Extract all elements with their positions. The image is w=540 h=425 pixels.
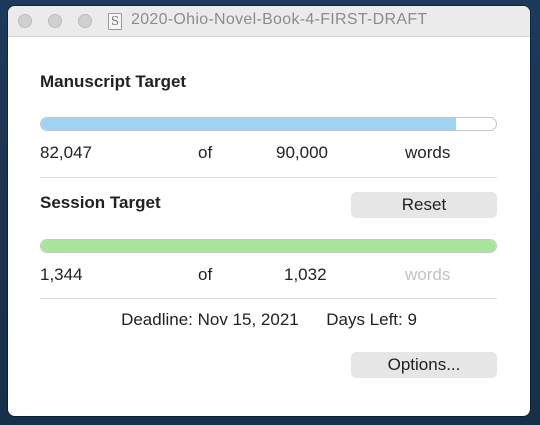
reset-button[interactable]: Reset: [351, 192, 497, 218]
session-of-label: of: [198, 265, 213, 284]
scrivener-document-icon: S: [108, 13, 122, 30]
section-divider: [40, 298, 497, 299]
project-targets-window: S 2020-Ohio-Novel-Book-4-FIRST-DRAFT Man…: [8, 6, 530, 416]
session-target-heading: Session Target: [40, 193, 161, 212]
session-unit-label[interactable]: words: [405, 265, 450, 285]
minimize-window-button[interactable]: [48, 14, 62, 28]
manuscript-progress-bar: [40, 117, 497, 131]
session-progress-fill: [41, 240, 496, 252]
session-current-count: 1,344: [40, 265, 83, 284]
title-bar[interactable]: S 2020-Ohio-Novel-Book-4-FIRST-DRAFT: [8, 6, 530, 37]
section-divider: [40, 177, 497, 178]
manuscript-progress-fill: [41, 118, 456, 130]
deadline-text: Deadline: Nov 15, 2021: [121, 310, 299, 329]
zoom-window-button[interactable]: [78, 14, 92, 28]
window-title: 2020-Ohio-Novel-Book-4-FIRST-DRAFT: [131, 11, 428, 28]
manuscript-target-count[interactable]: 90,000: [276, 143, 328, 163]
session-target-count[interactable]: 1,032: [284, 265, 327, 285]
session-progress-bar: [40, 239, 497, 253]
close-window-button[interactable]: [18, 14, 32, 28]
manuscript-target-heading: Manuscript Target: [40, 72, 187, 91]
manuscript-unit-label[interactable]: words: [405, 143, 450, 163]
manuscript-current-count: 82,047: [40, 143, 92, 162]
deadline-info: Deadline: Nov 15, 2021 Days Left: 9: [8, 310, 530, 330]
manuscript-of-label: of: [198, 143, 213, 162]
options-button[interactable]: Options...: [351, 352, 497, 378]
desktop-background: S 2020-Ohio-Novel-Book-4-FIRST-DRAFT Man…: [0, 0, 540, 425]
days-left-text: Days Left: 9: [326, 310, 417, 329]
